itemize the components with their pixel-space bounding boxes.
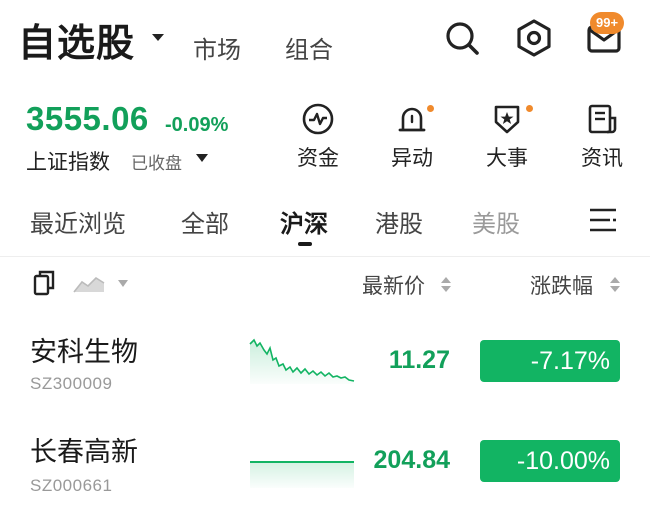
stock-code: SZ300009 (30, 374, 113, 393)
events-notification-dot (526, 105, 533, 112)
news-doc-icon (588, 104, 617, 134)
copy-icon[interactable] (32, 268, 58, 298)
page-title[interactable]: 自选股 (18, 12, 135, 67)
stock-code: SZ000661 (30, 476, 113, 495)
stock-price: 204.84 (373, 446, 450, 474)
index-name[interactable]: 上证指数 (26, 146, 110, 176)
tab-hk[interactable]: 港股 (375, 204, 423, 239)
sort-arrows-icon[interactable] (610, 275, 620, 295)
quick-action-fund[interactable]: 资金 (283, 102, 353, 174)
divider (0, 256, 650, 257)
market-status: 已收盘 (131, 154, 182, 174)
tab-hushen[interactable]: 沪深 (280, 204, 328, 239)
index-change: -0.09% (165, 114, 229, 136)
fund-flow-icon (302, 103, 334, 135)
quick-action-label: 资讯 (581, 146, 623, 170)
index-dropdown-caret-icon[interactable] (196, 154, 208, 162)
alert-notification-dot (427, 105, 434, 112)
top-bar: 自选股 市场 组合 99+ (0, 0, 650, 80)
tab-recent[interactable]: 最近浏览 (30, 204, 126, 239)
tab-portfolio[interactable]: 组合 (285, 30, 333, 65)
chart-trend-icon[interactable] (72, 274, 106, 294)
tab-market[interactable]: 市场 (193, 30, 241, 65)
quick-action-label: 异动 (391, 146, 433, 170)
quick-action-alert[interactable]: 异动 (377, 102, 447, 174)
quick-action-label: 资金 (297, 146, 339, 170)
quick-action-events[interactable]: 大事 (472, 102, 542, 174)
settings-hex-icon[interactable] (514, 18, 554, 58)
menu-lines-icon[interactable] (588, 206, 618, 234)
view-dropdown-caret-icon[interactable] (118, 280, 128, 287)
price-column-header[interactable]: 最新价 (362, 270, 425, 300)
title-dropdown-caret-icon[interactable] (152, 34, 164, 41)
stock-price: 11.27 (388, 346, 450, 374)
stock-row[interactable]: 长春高新 SZ000661 204.84 -10.00% (0, 418, 650, 513)
index-value[interactable]: 3555.06 (26, 100, 149, 138)
stock-change-badge[interactable]: -7.17% (480, 340, 620, 382)
change-column-header[interactable]: 涨跌幅 (530, 270, 593, 300)
sort-arrows-icon[interactable] (441, 275, 451, 295)
tab-all[interactable]: 全部 (181, 204, 229, 239)
mail-badge: 99+ (590, 12, 625, 34)
quick-action-news[interactable]: 资讯 (567, 102, 637, 174)
sparkline-chart (250, 461, 354, 488)
search-icon[interactable] (442, 18, 482, 58)
stock-change-badge[interactable]: -10.00% (480, 440, 620, 482)
sparkline-chart (249, 338, 355, 384)
stock-name: 安科生物 (30, 337, 138, 368)
star-shield-icon (494, 105, 520, 134)
active-tab-indicator (298, 242, 312, 246)
alarm-bell-icon (398, 107, 426, 132)
tab-us[interactable]: 美股 (472, 204, 520, 239)
category-tabs: 最近浏览 全部 沪深 港股 美股 (0, 186, 650, 256)
stock-row[interactable]: 安科生物 SZ300009 11.27 -7.17% (0, 318, 650, 418)
stock-name: 长春高新 (30, 437, 138, 468)
quick-action-label: 大事 (486, 146, 528, 170)
